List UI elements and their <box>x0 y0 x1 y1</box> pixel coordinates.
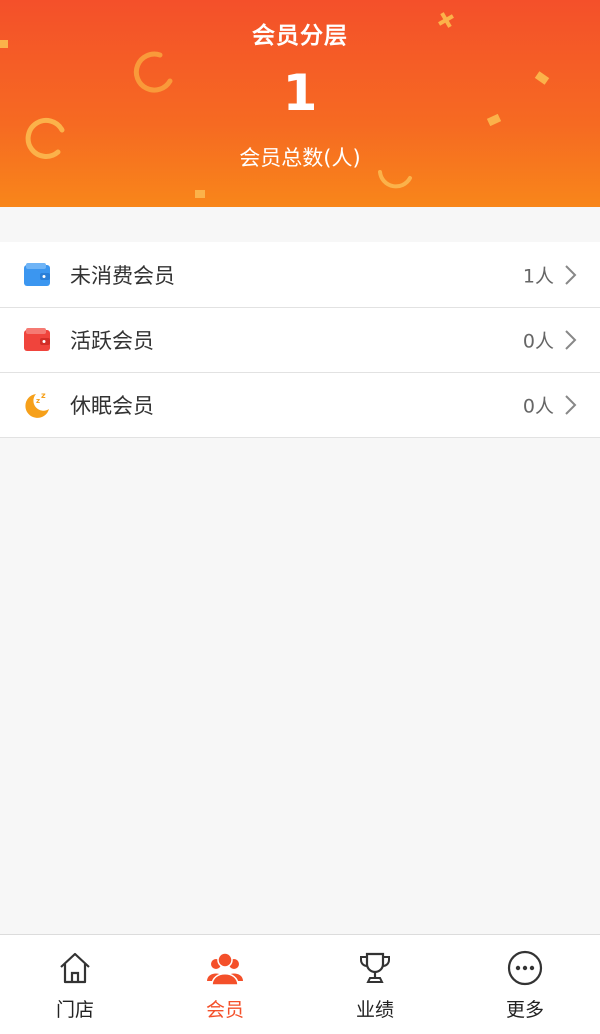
moon-sleep-icon: z z <box>25 391 49 418</box>
svg-text:z: z <box>36 397 40 405</box>
list-item-label: 休眠会员 <box>70 393 154 418</box>
tab-label: 会员 <box>205 999 244 1021</box>
list-item-value: 0人 <box>522 330 554 352</box>
tab-more[interactable]: 更多 <box>450 935 600 1034</box>
more-icon <box>507 950 543 986</box>
list-item-dormant[interactable]: z z 休眠会员 0人 <box>0 372 600 437</box>
wallet-blue-icon <box>24 262 50 286</box>
list-item-label: 未消费会员 <box>70 263 175 288</box>
chevron-right-icon <box>565 264 577 285</box>
list-item-label: 活跃会员 <box>70 328 154 353</box>
svg-text:z: z <box>41 391 46 400</box>
member-tier-list: 未消费会员 1人 活跃会员 0人 z z 休眠会员 0人 <box>0 242 600 438</box>
member-total-count: 1 <box>282 64 318 122</box>
tab-label: 门店 <box>55 999 94 1021</box>
member-total-label: 会员总数(人) <box>239 146 361 170</box>
chevron-right-icon <box>565 329 577 350</box>
tab-performance[interactable]: 业绩 <box>300 935 450 1034</box>
wallet-red-icon <box>24 327 50 351</box>
trophy-icon <box>360 952 390 983</box>
home-icon <box>60 952 90 984</box>
bottom-tab-bar: 门店 会员 业绩 更多 <box>0 934 600 1034</box>
list-item-active[interactable]: 活跃会员 0人 <box>0 307 600 372</box>
members-icon <box>207 952 243 986</box>
tab-label: 更多 <box>505 999 544 1021</box>
list-item-value: 1人 <box>522 265 554 287</box>
list-item-unconsumed[interactable]: 未消费会员 1人 <box>0 242 600 307</box>
chevron-right-icon <box>565 394 577 415</box>
page-title: 会员分层 <box>252 23 348 49</box>
tab-label: 业绩 <box>355 999 394 1021</box>
tab-members[interactable]: 会员 <box>150 935 300 1034</box>
tab-store[interactable]: 门店 <box>0 935 150 1034</box>
list-item-value: 0人 <box>522 395 554 417</box>
header-banner: 会员分层 1 会员总数(人) <box>0 0 600 207</box>
